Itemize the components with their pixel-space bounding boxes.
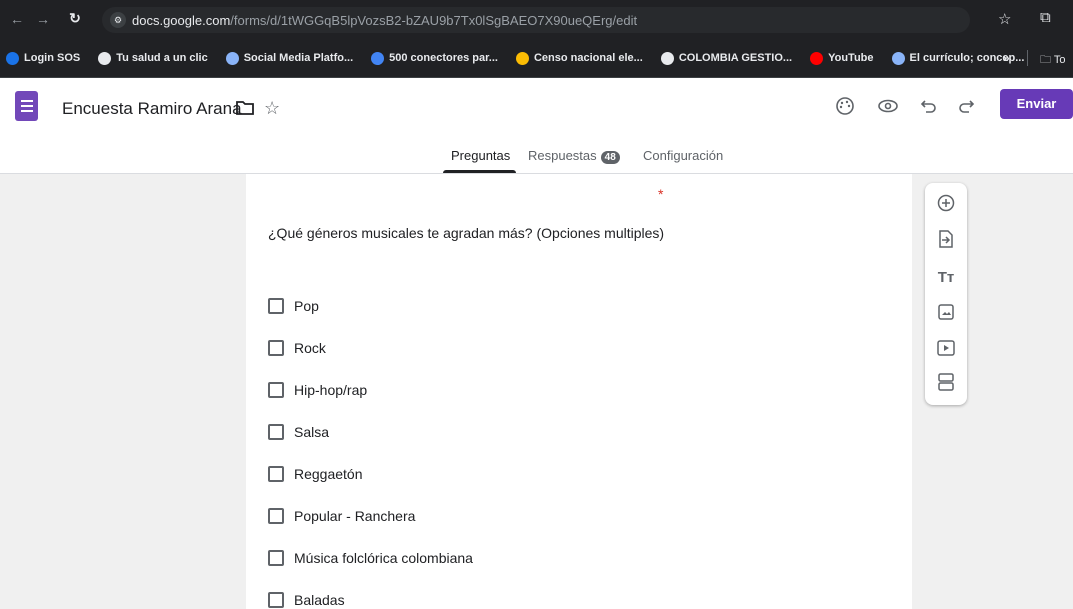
bookmark-item[interactable]: Social Media Platfo...	[225, 51, 354, 65]
option-item[interactable]: Salsa	[268, 422, 329, 442]
address-bar[interactable]: ⚙ docs.google.com/forms/d/1tWGGqB5lpVozs…	[102, 7, 970, 33]
tab-questions[interactable]: Preguntas	[451, 148, 510, 163]
bookmark-label: YouTube	[828, 52, 874, 64]
option-label[interactable]: Música folclórica colombiana	[294, 550, 473, 566]
bookmark-item[interactable]: Censo nacional ele...	[515, 51, 643, 65]
forward-icon[interactable]: →	[32, 11, 54, 27]
option-item[interactable]: Rock	[268, 338, 326, 358]
option-label[interactable]: Hip-hop/rap	[294, 382, 367, 398]
add-title-icon[interactable]: Tт	[925, 262, 967, 292]
option-checkbox[interactable]	[268, 466, 284, 482]
bookmark-item[interactable]: 500 conectores par...	[371, 51, 498, 65]
option-label[interactable]: Baladas	[294, 592, 345, 608]
add-section-icon[interactable]	[925, 367, 967, 397]
bookmark-label: Social Media Platfo...	[243, 52, 354, 64]
bookmark-star-icon[interactable]: ☆	[998, 10, 1011, 28]
option-item[interactable]: Música folclórica colombiana	[268, 548, 473, 568]
question-card[interactable]: * ¿Qué géneros musicales te agradan más?…	[246, 174, 912, 609]
add-question-icon[interactable]	[925, 188, 967, 218]
option-item[interactable]: Pop	[268, 296, 319, 316]
bookmarks-folder[interactable]: 🗀 To	[1040, 51, 1065, 70]
bookmarks-folder-label: To	[1053, 54, 1066, 66]
star-icon[interactable]: ☆	[264, 98, 280, 119]
forms-header: Encuesta Ramiro Arana ☆ Enviar Preguntas…	[0, 78, 1073, 174]
bookmark-label: Tu salud a un clic	[116, 52, 208, 64]
option-label[interactable]: Pop	[294, 298, 319, 314]
option-label[interactable]: Reggaetón	[294, 466, 363, 482]
palette-icon[interactable]	[835, 96, 855, 116]
back-icon[interactable]: ←	[6, 11, 28, 27]
bookmark-favicon-icon	[810, 51, 824, 65]
bookmark-favicon-icon	[891, 51, 905, 65]
option-label[interactable]: Rock	[294, 340, 326, 356]
bookmark-item[interactable]: YouTube	[810, 51, 874, 65]
form-title[interactable]: Encuesta Ramiro Arana	[62, 99, 242, 119]
option-label[interactable]: Salsa	[294, 424, 329, 440]
active-tab-indicator	[443, 170, 516, 173]
preview-eye-icon[interactable]	[877, 96, 899, 116]
question-toolbar: Tт	[925, 183, 967, 405]
bookmark-favicon-icon	[371, 51, 385, 65]
option-checkbox[interactable]	[268, 550, 284, 566]
url-text: docs.google.com/forms/d/1tWGGqB5lpVozsB2…	[132, 13, 637, 28]
option-item[interactable]: Popular - Ranchera	[268, 506, 415, 526]
option-item[interactable]: Baladas	[268, 590, 345, 609]
tab-responses-label: Respuestas	[528, 148, 597, 163]
bookmark-label: Login SOS	[24, 52, 81, 64]
browser-toolbar: ← → ↻ ⚙ docs.google.com/forms/d/1tWGGqB5…	[0, 0, 1073, 39]
option-item[interactable]: Hip-hop/rap	[268, 380, 367, 400]
bookmarks-overflow-button[interactable]: »	[1003, 51, 1010, 65]
option-checkbox[interactable]	[268, 508, 284, 524]
option-checkbox[interactable]	[268, 592, 284, 608]
bookmarks-divider	[1027, 50, 1028, 66]
reload-icon[interactable]: ↻	[64, 10, 86, 27]
import-questions-icon[interactable]	[925, 224, 967, 254]
send-button[interactable]: Enviar	[1000, 89, 1073, 119]
bookmark-label: COLOMBIA GESTIO...	[678, 52, 793, 64]
forms-logo-icon[interactable]	[15, 91, 38, 121]
tab-responses[interactable]: Respuestas 48	[528, 148, 620, 164]
option-checkbox[interactable]	[268, 382, 284, 398]
question-title[interactable]: ¿Qué géneros musicales te agradan más? (…	[268, 225, 664, 241]
move-folder-icon[interactable]	[236, 100, 254, 116]
bookmark-favicon-icon	[660, 51, 674, 65]
bookmark-label: Censo nacional ele...	[533, 52, 643, 64]
add-video-icon[interactable]	[925, 333, 967, 363]
bookmark-item[interactable]: COLOMBIA GESTIO...	[660, 51, 793, 65]
tab-settings[interactable]: Configuración	[643, 148, 723, 163]
option-item[interactable]: Reggaetón	[268, 464, 363, 484]
bookmark-item[interactable]: Login SOS	[6, 51, 81, 65]
bookmark-favicon-icon	[225, 51, 239, 65]
extensions-icon[interactable]: ⧉	[1040, 9, 1051, 26]
site-info-icon[interactable]: ⚙	[110, 12, 126, 28]
undo-icon[interactable]	[920, 96, 938, 116]
url-domain: docs.google.com	[132, 12, 231, 28]
option-checkbox[interactable]	[268, 424, 284, 440]
bookmark-item[interactable]: Tu salud a un clic	[98, 51, 208, 65]
responses-count-badge: 48	[600, 151, 620, 164]
bookmark-label: 500 conectores par...	[389, 52, 498, 64]
url-path: /forms/d/1tWGGqB5lpVozsB2-bZAU9b7Tx0lSgB…	[230, 12, 638, 28]
add-image-icon[interactable]	[925, 297, 967, 327]
redo-icon[interactable]	[957, 96, 975, 116]
bookmark-favicon-icon	[515, 51, 529, 65]
option-checkbox[interactable]	[268, 298, 284, 314]
bookmark-favicon-icon	[98, 51, 112, 65]
required-mark: *	[658, 186, 664, 202]
bookmarks-bar: Login SOS Tu salud a un clic Social Media …	[0, 39, 1073, 78]
bookmark-favicon-icon	[6, 51, 19, 65]
folder-icon: 🗀	[1040, 54, 1054, 66]
option-label[interactable]: Popular - Ranchera	[294, 508, 415, 524]
option-checkbox[interactable]	[268, 340, 284, 356]
